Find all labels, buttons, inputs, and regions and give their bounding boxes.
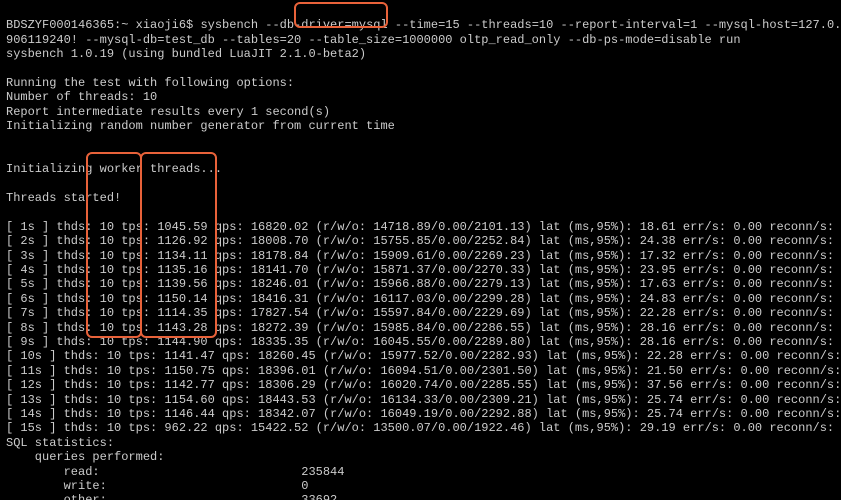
cmd-line2: 906119240! --mysql-db=test_db --tables=2… bbox=[6, 33, 741, 47]
tps-row: [ 14s ] thds: 10 tps: 1146.44 qps: 18342… bbox=[6, 407, 841, 421]
tps-row: [ 4s ] thds: 10 tps: 1135.16 qps: 18141.… bbox=[6, 263, 841, 277]
stat-read: read: 235844 bbox=[6, 465, 344, 479]
init-workers: Initializing worker threads... bbox=[6, 162, 222, 176]
sql-stats-header: SQL statistics: bbox=[6, 436, 114, 450]
opt-rng: Initializing random number generator fro… bbox=[6, 119, 395, 133]
tps-row: [ 1s ] thds: 10 tps: 1045.59 qps: 16820.… bbox=[6, 220, 841, 234]
opt-threads: Number of threads: 10 bbox=[6, 90, 157, 104]
opt-report: Report intermediate results every 1 seco… bbox=[6, 105, 330, 119]
queries-performed: queries performed: bbox=[6, 450, 164, 464]
stat-other: other: 33692 bbox=[6, 493, 337, 500]
tps-row: [ 6s ] thds: 10 tps: 1150.14 qps: 18416.… bbox=[6, 292, 841, 306]
prompt-line[interactable]: BDSZYF000146365:~ xiaoji6$ sysbench --db… bbox=[6, 18, 841, 32]
tps-row: [ 2s ] thds: 10 tps: 1126.92 qps: 18008.… bbox=[6, 234, 841, 248]
opts-header: Running the test with following options: bbox=[6, 76, 294, 90]
version-line: sysbench 1.0.19 (using bundled LuaJIT 2.… bbox=[6, 47, 366, 61]
tps-row: [ 8s ] thds: 10 tps: 1143.28 qps: 18272.… bbox=[6, 321, 841, 335]
tps-row: [ 12s ] thds: 10 tps: 1142.77 qps: 18306… bbox=[6, 378, 841, 392]
threads-started: Threads started! bbox=[6, 191, 121, 205]
stat-write: write: 0 bbox=[6, 479, 308, 493]
tps-row: [ 10s ] thds: 10 tps: 1141.47 qps: 18260… bbox=[6, 349, 841, 363]
tps-row: [ 13s ] thds: 10 tps: 1154.60 qps: 18443… bbox=[6, 393, 841, 407]
tps-row: [ 9s ] thds: 10 tps: 1144.90 qps: 18335.… bbox=[6, 335, 841, 349]
terminal: BDSZYF000146365:~ xiaoji6$ sysbench --db… bbox=[0, 0, 841, 500]
tps-row: [ 15s ] thds: 10 tps: 962.22 qps: 15422.… bbox=[6, 421, 841, 435]
tps-row: [ 3s ] thds: 10 tps: 1134.11 qps: 18178.… bbox=[6, 249, 841, 263]
tps-row: [ 7s ] thds: 10 tps: 1114.35 qps: 17827.… bbox=[6, 306, 841, 320]
tps-row: [ 5s ] thds: 10 tps: 1139.56 qps: 18246.… bbox=[6, 277, 841, 291]
tps-row: [ 11s ] thds: 10 tps: 1150.75 qps: 18396… bbox=[6, 364, 841, 378]
